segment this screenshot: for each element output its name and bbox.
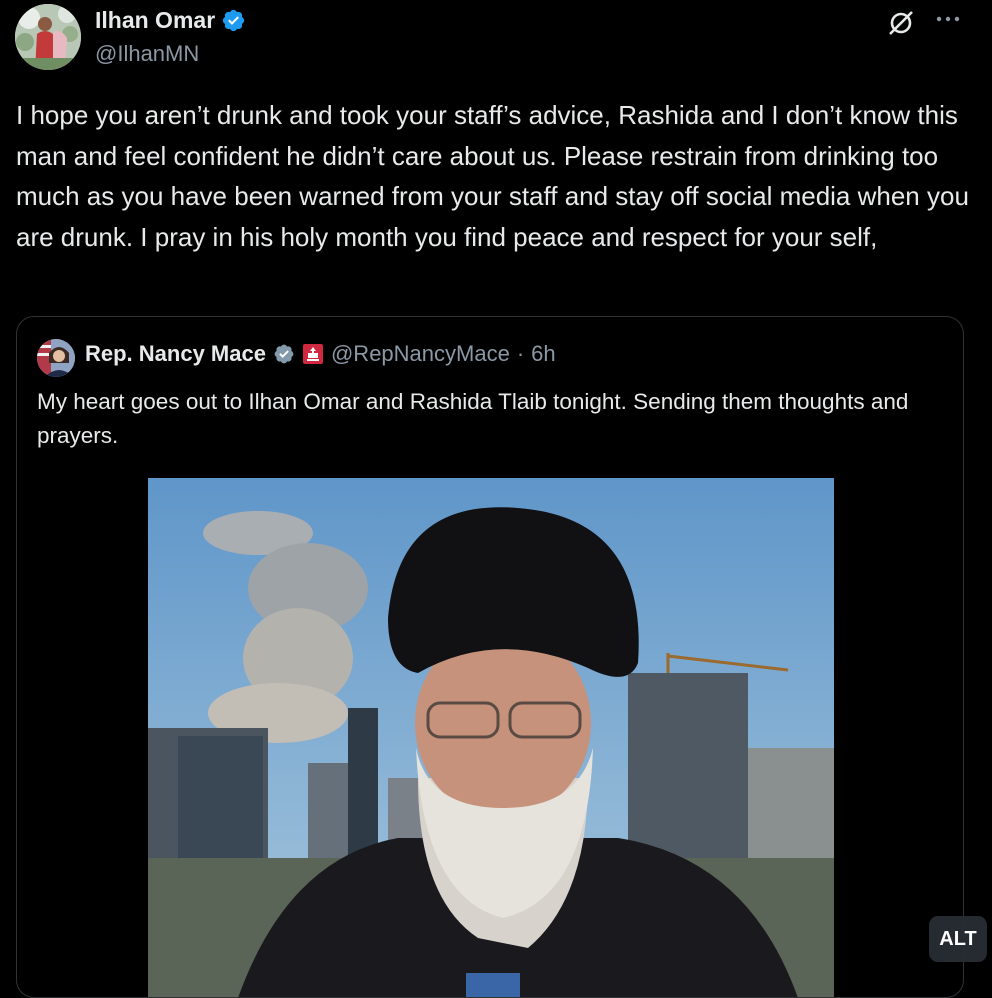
more-icon[interactable] — [934, 12, 962, 26]
alt-text-badge[interactable]: ALT — [929, 916, 987, 962]
separator: · — [516, 341, 525, 366]
quoted-author-avatar[interactable] — [37, 339, 75, 377]
author-handle[interactable]: @IlhanMN — [95, 41, 199, 67]
author-avatar[interactable] — [15, 4, 81, 70]
author-name-row[interactable]: Ilhan Omar — [95, 7, 246, 34]
quoted-author-name[interactable]: Rep. Nancy Mace — [85, 341, 266, 367]
quoted-post-image[interactable] — [148, 478, 834, 997]
quoted-post-text: My heart goes out to Ilhan Omar and Rash… — [37, 389, 909, 448]
quoted-post-header: Rep. Nancy Mace @RepNancyMace · 6h — [85, 341, 556, 367]
verified-badge-icon — [222, 9, 245, 32]
post-time[interactable]: 6h — [531, 341, 555, 367]
quoted-post[interactable]: Rep. Nancy Mace @RepNancyMace · 6h My he… — [16, 316, 964, 998]
author-name[interactable]: Ilhan Omar — [95, 7, 215, 34]
post: Ilhan Omar @IlhanMN I hope you aren’t dr… — [0, 0, 992, 998]
quoted-author-handle[interactable]: @RepNancyMace — [331, 341, 510, 367]
verified-badge-icon — [274, 344, 294, 364]
post-text: I hope you aren’t drunk and took your st… — [16, 100, 969, 252]
grok-icon[interactable] — [886, 8, 916, 38]
affiliation-badge-icon — [302, 344, 323, 364]
